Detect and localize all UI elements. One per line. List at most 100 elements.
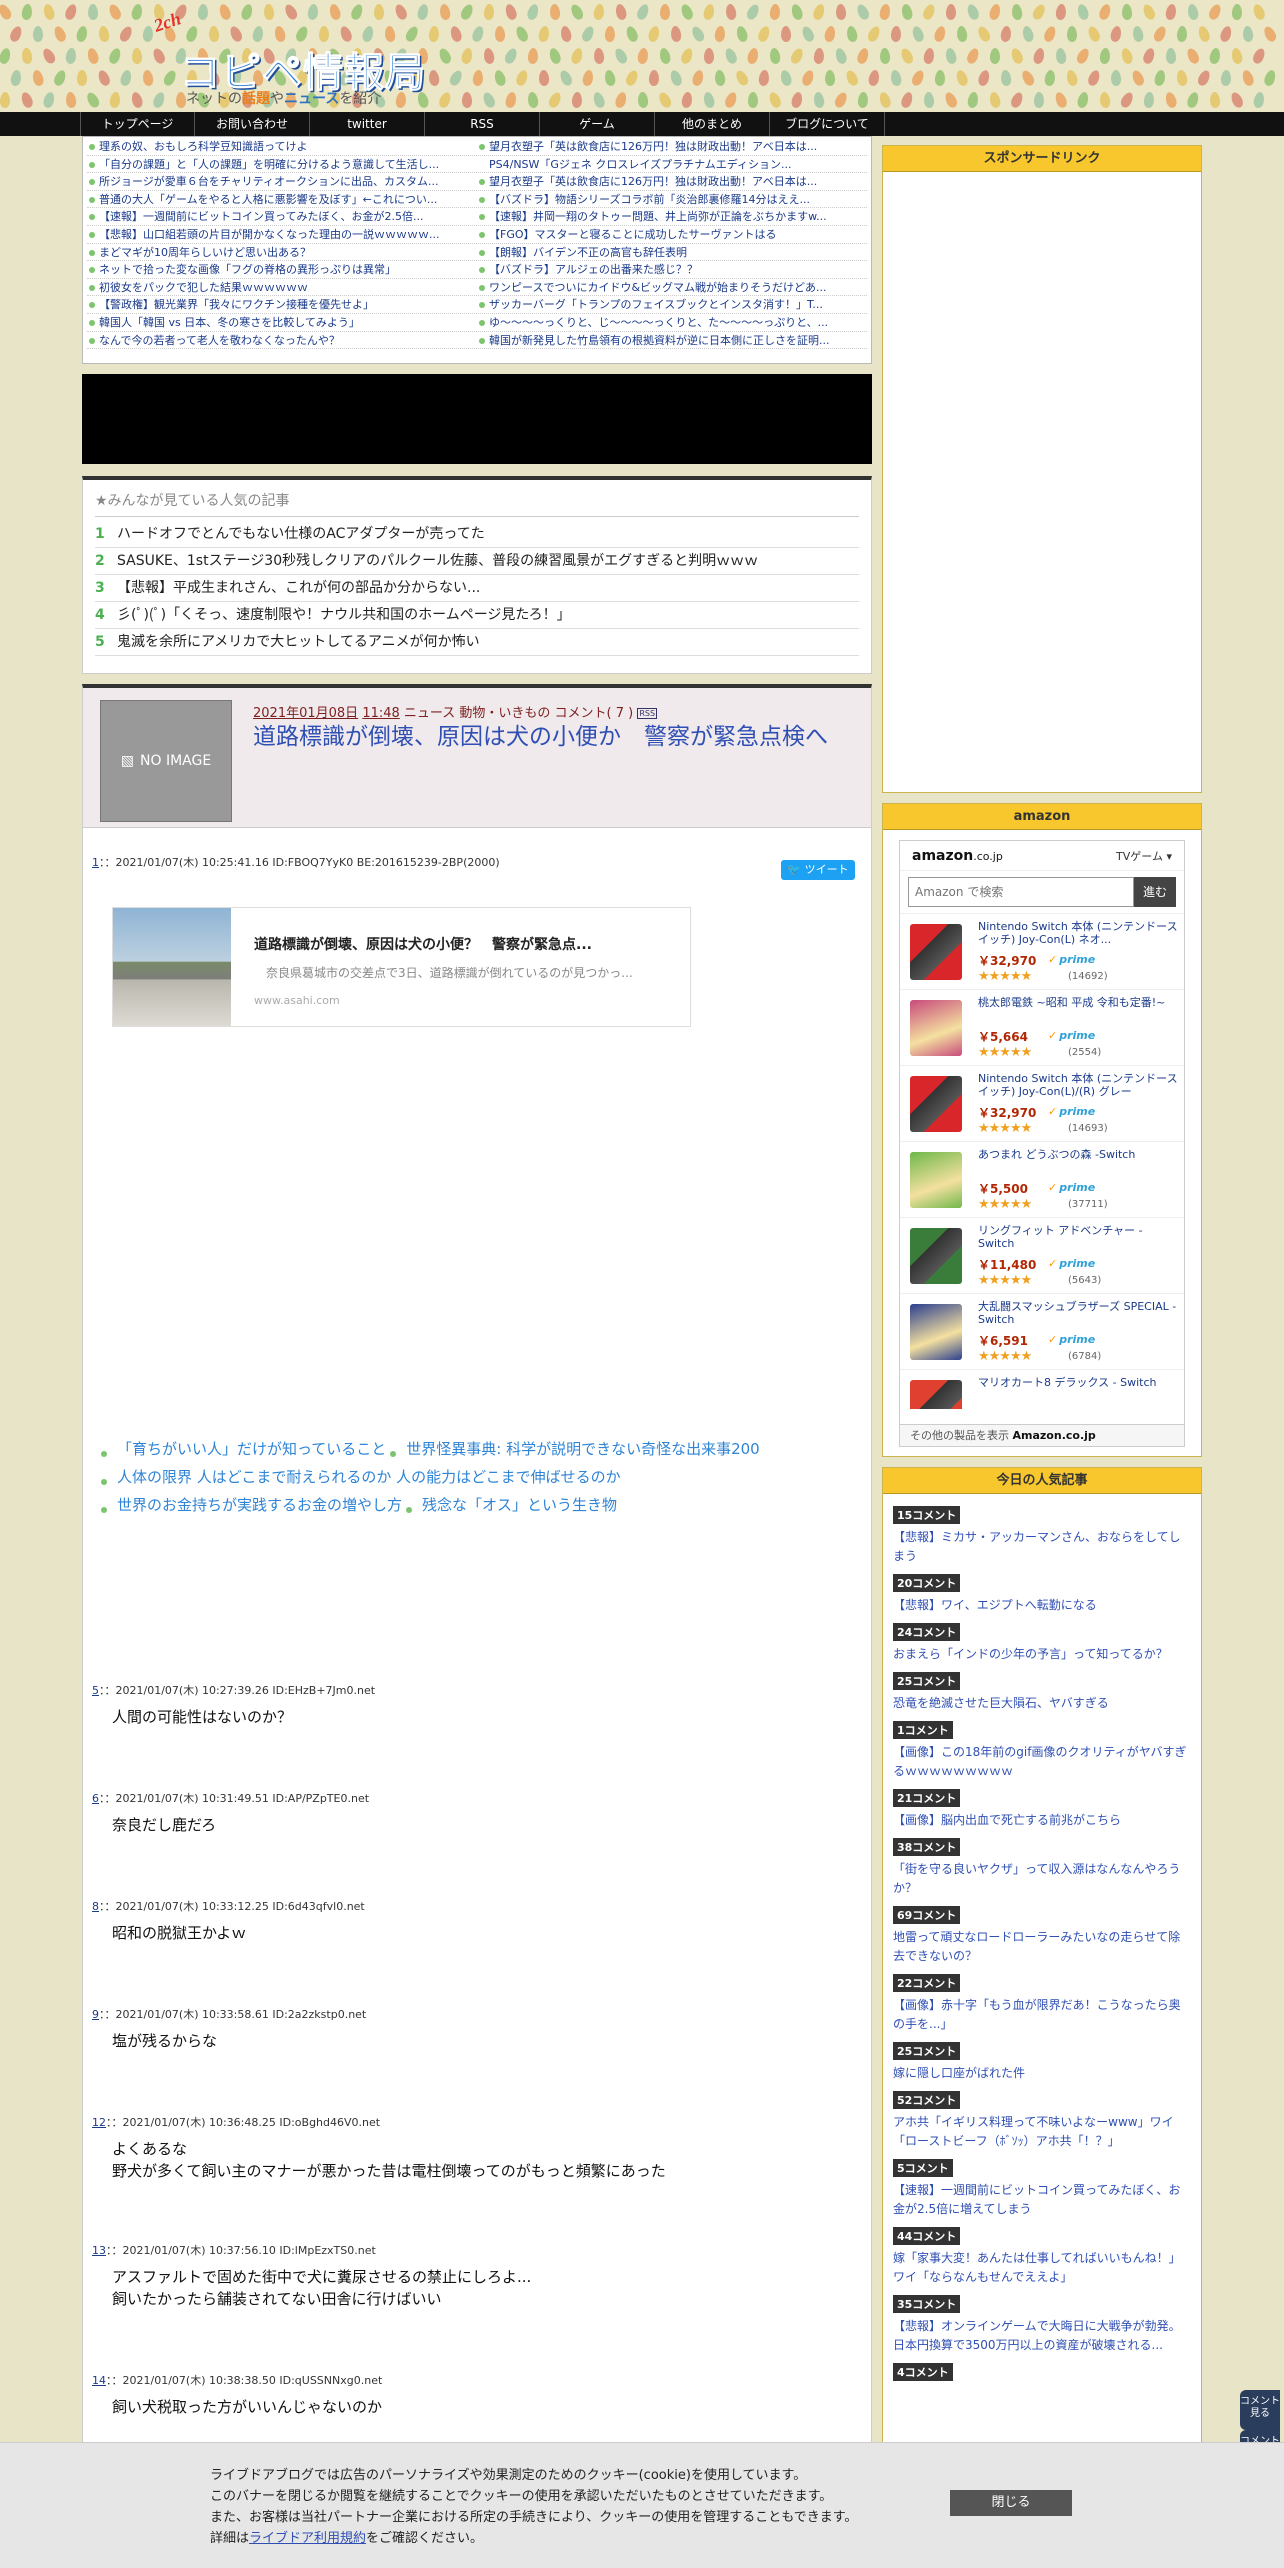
headline-link[interactable]: 「自分の課題」と「人の課題」を明確に分けるよう意識して生活し... [87, 156, 477, 173]
today-article-link[interactable]: アホ共「イギリス料理って不味いよなーwww」ワイ「ローストビーフ（ﾎﾞｿｯ）アホ… [893, 2113, 1191, 2151]
product-name[interactable]: Nintendo Switch 本体 (ニンテンドースイッチ) Joy-Con(… [978, 920, 1178, 946]
nav-rss[interactable]: RSS [425, 112, 540, 136]
today-article-link[interactable]: 【悲報】オンラインゲームで大晦日に大戦争が勃発。日本円換算で3500万円以上の資… [893, 2317, 1191, 2355]
review-count[interactable]: (37711) [1068, 1199, 1108, 1210]
amazon-product[interactable]: リングフィット アドベンチャー -Switch ￥11,480 prime ★★★★★… [900, 1217, 1184, 1293]
amazon-product[interactable]: あつまれ どうぶつの森 -Switch ￥5,500 prime ★★★★★ (3771… [900, 1141, 1184, 1217]
today-article-link[interactable]: 「街を守る良いヤクザ」って収入源はなんなんやろうか？ [893, 1860, 1191, 1898]
nav-other[interactable]: 他のまとめ [655, 112, 770, 136]
headline-link[interactable]: 【バズドラ】アルジェの出番来た感じ？？ [477, 261, 867, 278]
article-categories[interactable]: ニュース 動物・いきもの [404, 706, 550, 721]
nav-game[interactable]: ゲーム [540, 112, 655, 136]
article-comment-count[interactable]: コメント( 7 ) [555, 706, 634, 721]
nav-about[interactable]: ブログについて [770, 112, 885, 136]
today-article-link[interactable]: 【画像】この18年前のgif画像のクオリティがヤバすぎるｗｗｗｗｗｗｗｗｗ [893, 1743, 1191, 1781]
post-number[interactable]: 1 [92, 856, 99, 869]
amazon-category-select[interactable]: TVゲーム ▾ [1116, 848, 1172, 864]
headline-link[interactable]: 普通の大人「ゲームをやると人格に悪影響を及ぼす」←これについ... [87, 191, 477, 208]
nav-twitter[interactable]: twitter [310, 112, 425, 136]
headline-link[interactable]: ワンピースでついにカイドウ&ビッグマム戦が始まりそうだけどあ... [477, 279, 867, 296]
amazon-more-link[interactable]: その他の製品を表示 Amazon.co.jp [900, 1424, 1184, 1446]
today-article-link[interactable]: 【画像】脳内出血で死亡する前兆がこちら [893, 1811, 1191, 1830]
headline-link[interactable]: 【FGO】マスターと寝ることに成功したサーヴァントはる [477, 226, 867, 243]
headline-link[interactable]: まどマギが10周年らしいけど思い出ある？ [87, 244, 477, 261]
nav-contact[interactable]: お問い合わせ [195, 112, 310, 136]
related-link[interactable]: 「育ちがいい人」だけが知っていること [97, 1440, 386, 1458]
today-article-link[interactable]: 【悲報】ワイ、エジプトへ転勤になる [893, 1596, 1191, 1615]
headline-link[interactable]: 所ジョージが愛車６台をチャリティオークションに出品、カスタム... [87, 173, 477, 190]
amazon-search-button[interactable]: 進む [1134, 877, 1176, 907]
amazon-search-input[interactable] [908, 877, 1134, 907]
link-card[interactable]: 道路標識が倒壊、原因は犬の小便？ 警察が緊急点... 奈良県葛城市の交差点で3日… [112, 907, 691, 1027]
headline-link[interactable]: PS4/NSW「Gジェネ クロスレイズプラチナムエディション... [477, 156, 867, 173]
review-count[interactable]: (5643) [1068, 1275, 1101, 1286]
post-number[interactable]: 12 [92, 2116, 106, 2129]
related-link[interactable]: 世界怪異事典: 科学が説明できない奇怪な出来事200 [386, 1440, 759, 1458]
post-number[interactable]: 6 [92, 1792, 99, 1805]
terms-link[interactable]: ライブドア利用規約 [249, 2531, 366, 2546]
headline-link[interactable]: 韓国が新発見した竹島領有の根拠資料が逆に日本側に正しさを証明... [477, 332, 867, 349]
headline-link[interactable]: 【悲報】山口組若頭の片目が開かなくなった理由の一説ｗｗｗｗｗ... [87, 226, 477, 243]
headline-link[interactable]: 望月衣塑子「英は飲食店に126万円！独は財政出動！アベ日本は... [477, 138, 867, 155]
related-link[interactable]: 世界のお金持ちが実践するお金の増やし方 [97, 1496, 402, 1514]
product-name[interactable]: リングフィット アドベンチャー -Switch [978, 1224, 1178, 1250]
headline-link[interactable]: 【速報】井岡一翔のタトゥー問題、井上尚弥が正論をぶちかますw... [477, 208, 867, 225]
popular-item[interactable]: 3 【悲報】平成生まれさん、これが何の部品か分からない... [95, 575, 859, 602]
amazon-product[interactable]: 大乱闘スマッシュブラザーズ SPECIAL - Switch ￥6,591 prim… [900, 1293, 1184, 1369]
headline-link[interactable]: 【警政権】観光業界「我々にワクチン接種を優先せよ」 [87, 296, 477, 313]
amazon-product[interactable]: マリオカート8 デラックス - Switch￥5,500prime★★★★★ [900, 1369, 1184, 1409]
headline-link[interactable]: 【朗報】バイデン不正の高官も辞任表明 [477, 244, 867, 261]
view-comments-button[interactable]: コメント見る [1240, 2390, 1280, 2430]
today-article-link[interactable]: 【画像】赤十字「もう血が限界だあ！こうなったら奥の手を...」 [893, 1996, 1191, 2034]
popular-item[interactable]: 4 彡(ﾟ)(ﾟ)「くそっ、速度制限や！ナウル共和国のホームページ見たろ！」 [95, 602, 859, 629]
review-count[interactable]: (14693) [1068, 1123, 1108, 1134]
article-title[interactable]: 道路標識が倒壊、原因は犬の小便か 警察が緊急点検へ [253, 722, 853, 752]
headline-link[interactable]: なんで今の若者って老人を敬わなくなったんや？ [87, 332, 477, 349]
today-article-link[interactable]: 恐竜を絶滅させた巨大隕石、ヤバすぎる [893, 1694, 1191, 1713]
headline-link[interactable]: ネットで拾った変な画像「フグの脊格の異形っぷりは異常」 [87, 261, 477, 278]
cookie-close-button[interactable]: 閉じる [950, 2490, 1072, 2516]
headline-link[interactable]: 【バズドラ】物語シリーズコラボ前「炎治郎裏修羅14分はええ... [477, 191, 867, 208]
rss-icon[interactable]: RSS [637, 708, 658, 719]
today-article-link[interactable]: 地雷って頑丈なロードローラーみたいなの走らせて除去できないの？ [893, 1928, 1191, 1966]
post-number[interactable]: 5 [92, 1684, 99, 1697]
post-number[interactable]: 13 [92, 2244, 106, 2257]
related-link[interactable]: 人体の限界 人はどこまで耐えられるのか 人の能力はどこまで伸ばせるのか [97, 1468, 621, 1486]
popular-item[interactable]: 1 ハードオフでとんでもない仕様のACアダプターが売ってた [95, 521, 859, 548]
headline-link[interactable]: 韓国人「韓国 vs 日本、冬の寒さを比較してみよう」 [87, 314, 477, 331]
tweet-button[interactable]: 🐦 ツイート [781, 860, 855, 880]
product-name[interactable]: Nintendo Switch 本体 (ニンテンドースイッチ) Joy-Con(… [978, 1072, 1178, 1098]
ad-banner[interactable] [82, 374, 872, 464]
headline-link[interactable]: 理系の奴、おもしろ科学豆知識語ってけよ [87, 138, 477, 155]
review-count[interactable]: (6784) [1068, 1351, 1101, 1362]
review-count[interactable]: (2554) [1068, 1047, 1101, 1058]
review-count[interactable]: (14692) [1068, 971, 1108, 982]
product-name[interactable]: あつまれ どうぶつの森 -Switch [978, 1148, 1178, 1161]
post-number[interactable]: 9 [92, 2008, 99, 2021]
article-time[interactable]: 11:48 [362, 706, 399, 721]
headline-link[interactable]: 望月衣塑子「英は飲食店に126万円！独は財政出動！アベ日本は... [477, 173, 867, 190]
today-article-link[interactable]: 【悲報】ミカサ・アッカーマンさん、おならをしてしまう [893, 1528, 1191, 1566]
headline-link[interactable]: 【速報】一週間前にビットコイン買ってみたぼく、お金が2.5倍... [87, 208, 477, 225]
post-number[interactable]: 14 [92, 2374, 106, 2387]
headline-link[interactable]: ゆ～～～～っくりと、じ～～～～っくりと、た～～～～っぷりと、... [477, 314, 867, 331]
headline-link[interactable]: ザッカーバーグ「トランプのフェイスブックとインスタ消す！」T... [477, 296, 867, 313]
today-article-link[interactable]: おまえら「インドの少年の予言」って知ってるか？ [893, 1645, 1191, 1664]
today-article-link[interactable]: 嫁に隠し口座がばれた件 [893, 2064, 1191, 2083]
post-number[interactable]: 8 [92, 1900, 99, 1913]
article-date[interactable]: 2021年01月08日 [253, 706, 358, 721]
today-article-link[interactable]: 【速報】一週間前にビットコイン買ってみたぼく、お金が2.5倍に増えてしまう [893, 2181, 1191, 2219]
product-name[interactable]: マリオカート8 デラックス - Switch [978, 1376, 1178, 1389]
nav-top[interactable]: トップページ [80, 112, 195, 136]
amazon-product[interactable]: 桃太郎電鉄 ~昭和 平成 令和も定番!~ ￥5,664 prime ★★★★★ (255… [900, 989, 1184, 1065]
amazon-product[interactable]: Nintendo Switch 本体 (ニンテンドースイッチ) Joy-Con(… [900, 1065, 1184, 1141]
popular-item[interactable]: 5 鬼滅を余所にアメリカで大ヒットしてるアニメが何か怖い [95, 629, 859, 656]
headline-link[interactable]: 初彼女をパックで犯した結果ｗｗｗｗｗｗ [87, 279, 477, 296]
product-name[interactable]: 大乱闘スマッシュブラザーズ SPECIAL - Switch [978, 1300, 1178, 1326]
amazon-product[interactable]: Nintendo Switch 本体 (ニンテンドースイッチ) Joy-Con(… [900, 913, 1184, 989]
amazon-logo[interactable]: amazon.co.jp [912, 848, 1003, 864]
product-name[interactable]: 桃太郎電鉄 ~昭和 平成 令和も定番!~ [978, 996, 1178, 1009]
today-article-link[interactable]: 嫁「家事大変！あんたは仕事してればいいもんね！」ワイ「ならなんもせんでええよ」 [893, 2249, 1191, 2287]
popular-item[interactable]: 2 SASUKE、1stステージ30秒残しクリアのパルクール佐藤、普段の練習風景が… [95, 548, 859, 575]
related-link[interactable]: 残念な「オス」という生き物 [402, 1496, 617, 1514]
